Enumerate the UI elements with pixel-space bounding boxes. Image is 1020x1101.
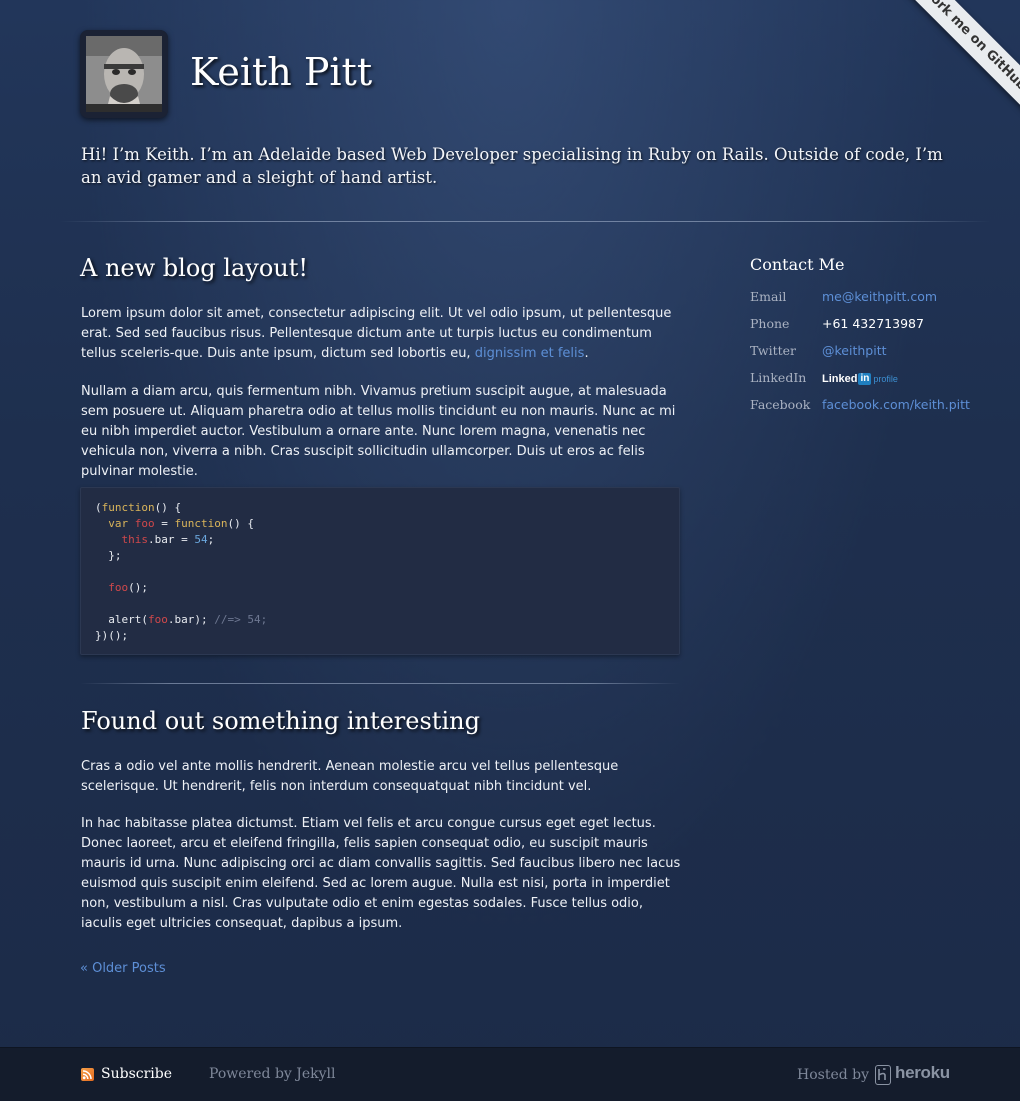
post-divider <box>80 683 680 684</box>
heroku-logo-text[interactable]: heroku <box>895 1063 950 1083</box>
contact-title: Contact Me <box>750 255 845 274</box>
contact-row-email: Email me@keithpitt.com <box>750 289 990 309</box>
subscribe-link[interactable]: Subscribe <box>101 1066 172 1082</box>
post-title[interactable]: Found out something interesting <box>81 707 480 735</box>
facebook-link[interactable]: facebook.com/keith.pitt <box>822 397 970 412</box>
post-paragraph: Cras a odio vel ante mollis hendrerit. A… <box>81 759 619 794</box>
powered-by-jekyll[interactable]: Powered by Jekyll <box>209 1066 336 1082</box>
contact-label: Email <box>750 289 787 304</box>
linkedin-profile-badge[interactable]: Linked in profile <box>822 372 898 385</box>
twitter-link[interactable]: @keithpitt <box>822 343 887 358</box>
post-paragraph: Nullam a diam arcu, quis fermentum nibh.… <box>81 384 676 479</box>
hosted-by-label: Hosted by <box>797 1067 870 1083</box>
contact-row-facebook: Facebook facebook.com/keith.pitt <box>750 397 990 417</box>
paragraph-text: . <box>584 346 589 361</box>
contact-label: LinkedIn <box>750 370 807 385</box>
phone-value: +61 432713987 <box>822 316 924 331</box>
post-paragraph: In hac habitasse platea dictumst. Etiam … <box>81 816 681 931</box>
contact-row-linkedin: LinkedIn Linked in profile <box>750 370 990 390</box>
header-divider <box>60 221 990 222</box>
linkedin-profile-text: profile <box>873 373 898 384</box>
linkedin-word: Linked <box>822 372 858 385</box>
rss-icon[interactable] <box>81 1068 94 1081</box>
email-link[interactable]: me@keithpitt.com <box>822 289 937 304</box>
contact-label: Twitter <box>750 343 797 358</box>
older-posts-link[interactable]: « Older Posts <box>80 961 166 976</box>
post-title[interactable]: A new blog layout! <box>80 254 308 282</box>
fork-ribbon-clip: Fork me on GitHub <box>0 0 1020 160</box>
contact-label: Phone <box>750 316 790 331</box>
fork-on-github-ribbon[interactable]: Fork me on GitHub <box>897 0 1020 118</box>
linkedin-in-icon: in <box>858 372 872 385</box>
post-paragraph: Lorem ipsum dolor sit amet, consectetur … <box>81 304 681 364</box>
contact-row-phone: Phone +61 432713987 <box>750 316 990 336</box>
code-block: (function() { var foo = function() { thi… <box>80 487 680 655</box>
contact-label: Facebook <box>750 397 811 412</box>
contact-row-twitter: Twitter @keithpitt <box>750 343 990 363</box>
site-footer: Subscribe Powered by Jekyll Hosted by he… <box>0 1047 1020 1101</box>
inline-link[interactable]: dignissim et felis <box>475 346 585 361</box>
heroku-logo-icon[interactable] <box>875 1065 891 1085</box>
